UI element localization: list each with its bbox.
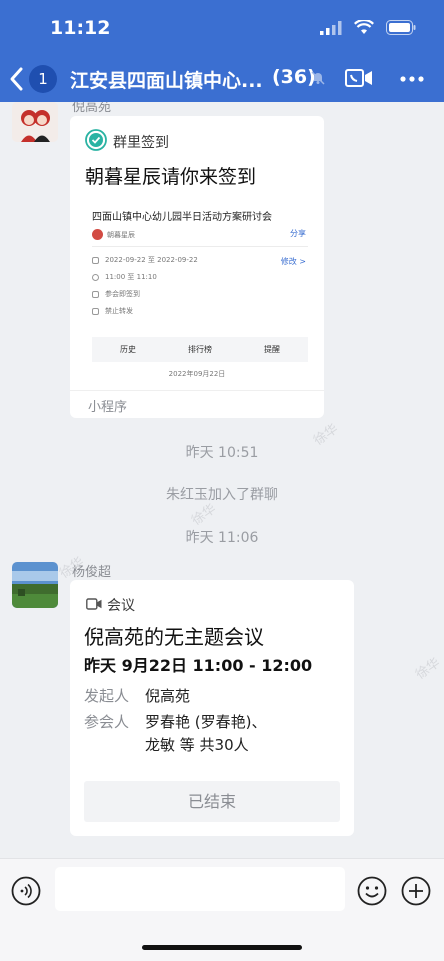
more-icon[interactable] [400, 76, 424, 82]
preview-tab-ranking: 排行榜 [188, 345, 212, 354]
preview-time-row: 11:00 至 11:10 [92, 272, 157, 282]
unread-badge[interactable]: 1 [29, 65, 57, 93]
signal-icon [320, 20, 342, 35]
checkin-app-name: 群里签到 [113, 135, 169, 151]
status-bar: 11:12 [0, 0, 444, 56]
preview-date-range: 2022-09-22 至 2022-09-22 [105, 256, 198, 264]
preview-tab-remind: 提醒 [264, 345, 280, 354]
meeting-icon [86, 598, 102, 610]
clock-icon [92, 273, 99, 281]
mute-icon [311, 71, 325, 85]
preview-forward-row: 禁止转发 [92, 306, 133, 316]
organizer-label: 发起人 [84, 687, 130, 705]
input-bar [0, 858, 444, 961]
preview-tabs: 历史 排行榜 提醒 [92, 337, 308, 362]
plus-icon[interactable] [401, 876, 431, 906]
system-timestamp: 昨天 10:51 [185, 445, 259, 461]
preview-current-date: 2022年09月22日 [168, 370, 226, 378]
sender-name: 倪高苑 [72, 102, 112, 115]
battery-icon [386, 20, 416, 35]
attendees-label: 参会人 [84, 713, 130, 731]
checkin-card[interactable]: 群里签到 朝暮星辰请你来签到 四面山镇中心幼儿园半日活动方案研讨会 分享 朝暮星… [70, 116, 324, 418]
mini-program-label: 小程序 [88, 400, 128, 415]
member-count: (36) [272, 66, 316, 88]
preview-event-title: 四面山镇中心幼儿园半日活动方案研讨会 [92, 212, 272, 223]
divider [92, 246, 308, 247]
meeting-card[interactable]: 会议 倪高苑的无主题会议 昨天 9月22日 11:00 - 12:00 发起人 … [70, 580, 354, 836]
avatar-image [12, 102, 58, 142]
avatar[interactable] [12, 102, 58, 142]
calendar-icon [92, 256, 99, 264]
message-input[interactable] [55, 867, 345, 911]
meeting-app-name: 会议 [107, 598, 135, 614]
meeting-title: 倪高苑的无主题会议 [84, 625, 264, 649]
watermark: 徐华 [413, 655, 444, 683]
preview-share: 分享 [290, 229, 306, 238]
chat-header: 1 江安县四面山镇中心... (36) [0, 56, 444, 102]
voice-icon[interactable] [11, 876, 41, 906]
avatar-image [12, 562, 58, 608]
preview-organizer-avatar [92, 229, 103, 240]
attendees-line-1: 罗春艳 (罗春艳)、 [145, 713, 267, 731]
no-forward-icon [92, 307, 99, 315]
preview-rule-1: 参会即签到 [105, 290, 140, 298]
preview-rule-2: 禁止转发 [105, 307, 133, 315]
organizer-value: 倪高苑 [145, 687, 191, 705]
checkin-heading: 朝暮星辰请你来签到 [85, 166, 257, 188]
home-indicator[interactable] [142, 945, 302, 950]
avatar[interactable] [12, 562, 58, 608]
preview-tab-history: 历史 [120, 345, 136, 354]
status-icons [320, 20, 416, 35]
preview-date-row: 2022-09-22 至 2022-09-22 [92, 255, 198, 265]
preview-organizer: 朝暮星辰 [107, 231, 135, 239]
meeting-status: 已结束 [84, 781, 340, 822]
preview-rule-row: 参会即签到 [92, 289, 140, 299]
video-call-icon[interactable] [345, 68, 373, 88]
attendees-line-2: 龙敏 等 共30人 [145, 736, 249, 754]
checkin-preview: 四面山镇中心幼儿园半日活动方案研讨会 分享 朝暮星辰 2022-09-22 至 … [82, 202, 312, 382]
status-time: 11:12 [50, 17, 111, 39]
checkin-rule-icon [92, 290, 99, 298]
meeting-time: 昨天 9月22日 11:00 - 12:00 [84, 656, 313, 675]
preview-edit: 修改 > [280, 257, 306, 266]
back-icon[interactable] [8, 66, 26, 92]
wifi-icon [354, 20, 374, 34]
system-timestamp: 昨天 11:06 [185, 530, 259, 546]
chat-area[interactable]: 倪高苑 群里签到 朝暮星辰请你来签到 四面山镇中心幼儿园半日活动方案研讨会 分享… [0, 102, 444, 858]
emoji-icon[interactable] [357, 876, 387, 906]
checkin-icon [85, 129, 107, 151]
preview-time-range: 11:00 至 11:10 [105, 273, 157, 281]
system-join-notice: 朱红玉加入了群聊 [166, 487, 278, 503]
divider [70, 390, 324, 391]
